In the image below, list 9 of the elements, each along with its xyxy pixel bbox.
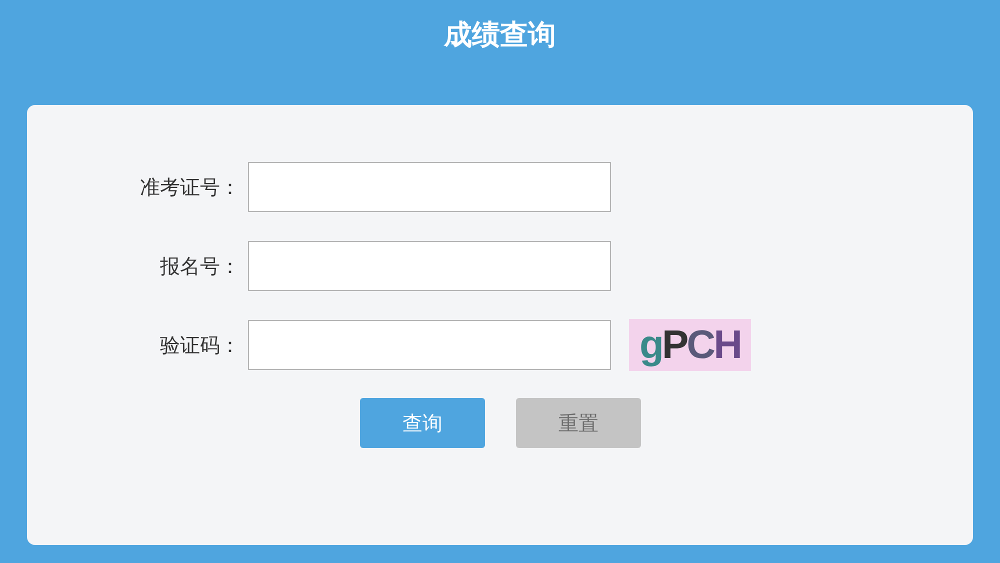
- field-label: 报名号：: [159, 252, 241, 280]
- input-field[interactable]: [248, 241, 611, 291]
- page-title: 成绩查询: [444, 17, 556, 53]
- captcha-image[interactable]: gPCH: [629, 319, 751, 371]
- field-label: 准考证号：: [139, 174, 241, 200]
- field-label: 验证码：: [159, 332, 241, 358]
- search-button[interactable]: 查询: [360, 398, 485, 448]
- input-field[interactable]: [248, 162, 611, 212]
- captcha-field[interactable]: [248, 320, 611, 370]
